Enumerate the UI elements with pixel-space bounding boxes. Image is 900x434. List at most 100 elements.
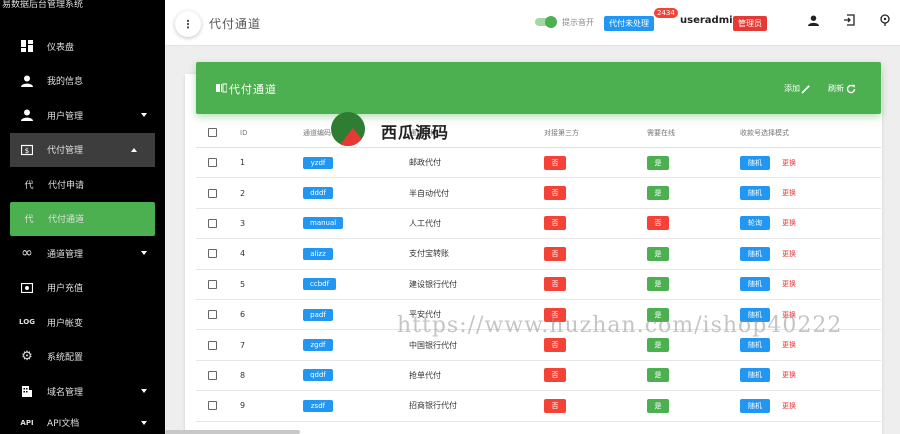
online-tag[interactable]: 是: [647, 338, 669, 353]
row-checkbox[interactable]: [208, 401, 217, 411]
mode-tag[interactable]: 随机: [740, 307, 770, 322]
row-checkbox[interactable]: [208, 249, 217, 259]
sidebar-toggle-button[interactable]: ⋮: [175, 11, 201, 37]
mode-tag[interactable]: 随机: [740, 155, 770, 170]
row-checkbox[interactable]: [208, 279, 217, 289]
sub-item-icon: 代: [24, 215, 34, 226]
change-link[interactable]: 更换: [782, 340, 796, 350]
sidebar-item-my-info[interactable]: 我的信息: [0, 64, 165, 99]
mode-tag[interactable]: 随机: [740, 368, 770, 383]
refresh-button[interactable]: 刷新: [828, 83, 856, 94]
sidebar-item-channel-management[interactable]: ∞ 通道管理: [0, 236, 165, 271]
sidebar-item-label: 代付申请: [48, 180, 85, 191]
pending-count-badge: 2434: [654, 8, 678, 18]
sidebar-item-label: 代付通道: [48, 215, 85, 226]
third-party-tag[interactable]: 否: [544, 398, 566, 413]
third-party-tag[interactable]: 否: [544, 307, 566, 322]
channel-code-tag: manual: [303, 217, 344, 230]
third-party-tag[interactable]: 否: [544, 246, 566, 261]
third-party-tag[interactable]: 否: [544, 277, 566, 292]
sidebar-item-system-config[interactable]: ⚙ 系统配置: [0, 340, 165, 375]
sound-toggle[interactable]: [533, 16, 557, 28]
lock-icon[interactable]: [877, 12, 893, 28]
mode-tag[interactable]: 随机: [740, 186, 770, 201]
online-tag[interactable]: 是: [647, 398, 669, 413]
username: useradmin: [680, 15, 740, 26]
refresh-label: 刷新: [828, 84, 844, 93]
refresh-icon: [846, 84, 856, 93]
change-link[interactable]: 更换: [782, 158, 796, 168]
sidebar-item-user-balance-log[interactable]: LOG 用户帐变: [0, 305, 165, 340]
channel-code-tag: zsdf: [303, 399, 333, 412]
page-title: 代付通道: [209, 17, 262, 31]
row-checkbox[interactable]: [208, 370, 217, 380]
row-checkbox[interactable]: [208, 340, 217, 350]
sidebar-item-api-docs[interactable]: API API文档: [0, 409, 165, 434]
sidebar-item-user-recharge[interactable]: 用户充值: [0, 271, 165, 306]
change-link[interactable]: 更换: [782, 370, 796, 380]
sidebar-item-payout-request[interactable]: 代 代付申请: [0, 167, 165, 202]
third-party-tag[interactable]: 否: [544, 368, 566, 383]
pending-payout-button[interactable]: 代付未处理: [604, 16, 654, 31]
change-link[interactable]: 更换: [782, 249, 796, 259]
magic-wand-icon: [801, 84, 811, 94]
third-party-tag[interactable]: 否: [544, 216, 566, 231]
sidebar-item-label: 用户充值: [47, 284, 84, 295]
toggle-knob: [545, 16, 557, 28]
user-profile-icon[interactable]: [805, 12, 821, 28]
change-link[interactable]: 更换: [782, 218, 796, 228]
online-tag[interactable]: 是: [647, 277, 669, 292]
mode-tag[interactable]: 随机: [740, 338, 770, 353]
sidebar-item-dashboard[interactable]: 仪表盘: [0, 29, 165, 64]
cell-id: 7: [240, 340, 246, 350]
api-icon: API: [20, 418, 34, 427]
sidebar-item-user-management[interactable]: 用户管理: [0, 98, 165, 133]
table-body: 1 yzdf 邮政代付否是随机 更换 2 dddf 半自动代付否是随机 更换 3 manual 人工…: [196, 148, 881, 422]
row-checkbox[interactable]: [208, 188, 217, 198]
table-row: 5 ccbdf 建设银行代付 否 是 随机 更换: [196, 270, 881, 300]
horizontal-scrollbar[interactable]: [165, 430, 300, 434]
sidebar-item-domain-management[interactable]: 域名管理: [0, 374, 165, 409]
sidebar-item-payout-management[interactable]: $ 代付管理: [10, 132, 155, 167]
cell-id: 2: [240, 188, 246, 198]
third-party-tag[interactable]: 否: [544, 155, 566, 170]
change-link[interactable]: 更换: [782, 401, 796, 411]
online-tag[interactable]: 是: [647, 186, 669, 201]
third-party-tag[interactable]: 否: [544, 186, 566, 201]
online-tag[interactable]: 是: [647, 368, 669, 383]
row-checkbox[interactable]: [208, 218, 217, 228]
third-party-tag[interactable]: 否: [544, 338, 566, 353]
online-tag[interactable]: 是: [647, 155, 669, 170]
header-mode: 收款号选择模式: [740, 128, 789, 137]
row-checkbox[interactable]: [208, 158, 217, 168]
cell-name: 人工代付: [409, 218, 441, 228]
channel-code-tag: qddf: [303, 369, 333, 382]
online-tag[interactable]: 是: [647, 246, 669, 261]
sidebar-item-label: 用户管理: [47, 111, 84, 122]
dashboard-icon: [20, 39, 34, 53]
channel-code-tag: ccbdf: [303, 278, 337, 291]
mode-tag[interactable]: 随机: [740, 246, 770, 261]
change-link[interactable]: 更换: [782, 279, 796, 289]
sidebar-item-payout-channel[interactable]: 代 代付通道: [10, 201, 155, 236]
mode-tag[interactable]: 轮询: [740, 216, 770, 231]
cell-name: 建设银行代付: [409, 279, 457, 289]
cell-name: 邮政代付: [409, 158, 441, 168]
change-link[interactable]: 更换: [782, 310, 796, 320]
sound-toggle-label: 提示音开: [562, 18, 594, 27]
logout-icon[interactable]: [841, 12, 857, 28]
row-checkbox[interactable]: [208, 310, 217, 320]
cell-name: 抢单代付: [409, 370, 441, 380]
select-all-checkbox[interactable]: [208, 128, 217, 137]
online-tag[interactable]: 否: [647, 216, 669, 231]
online-tag[interactable]: 是: [647, 307, 669, 322]
sidebar-item-label: 系统配置: [47, 353, 84, 364]
mode-tag[interactable]: 随机: [740, 398, 770, 413]
channel-code-tag: zgdf: [303, 339, 333, 352]
add-button[interactable]: 添加: [784, 83, 811, 94]
table-row: 4 alizz 支付宝转账 否 是 随机 更换: [196, 239, 881, 270]
mode-tag[interactable]: 随机: [740, 277, 770, 292]
cell-id: 1: [240, 158, 246, 168]
change-link[interactable]: 更换: [782, 188, 796, 198]
sidebar: 易数据后台管理系统 仪表盘 我的信息 用户管理 $ 代付管理 代 代付申请 代 …: [0, 0, 165, 434]
